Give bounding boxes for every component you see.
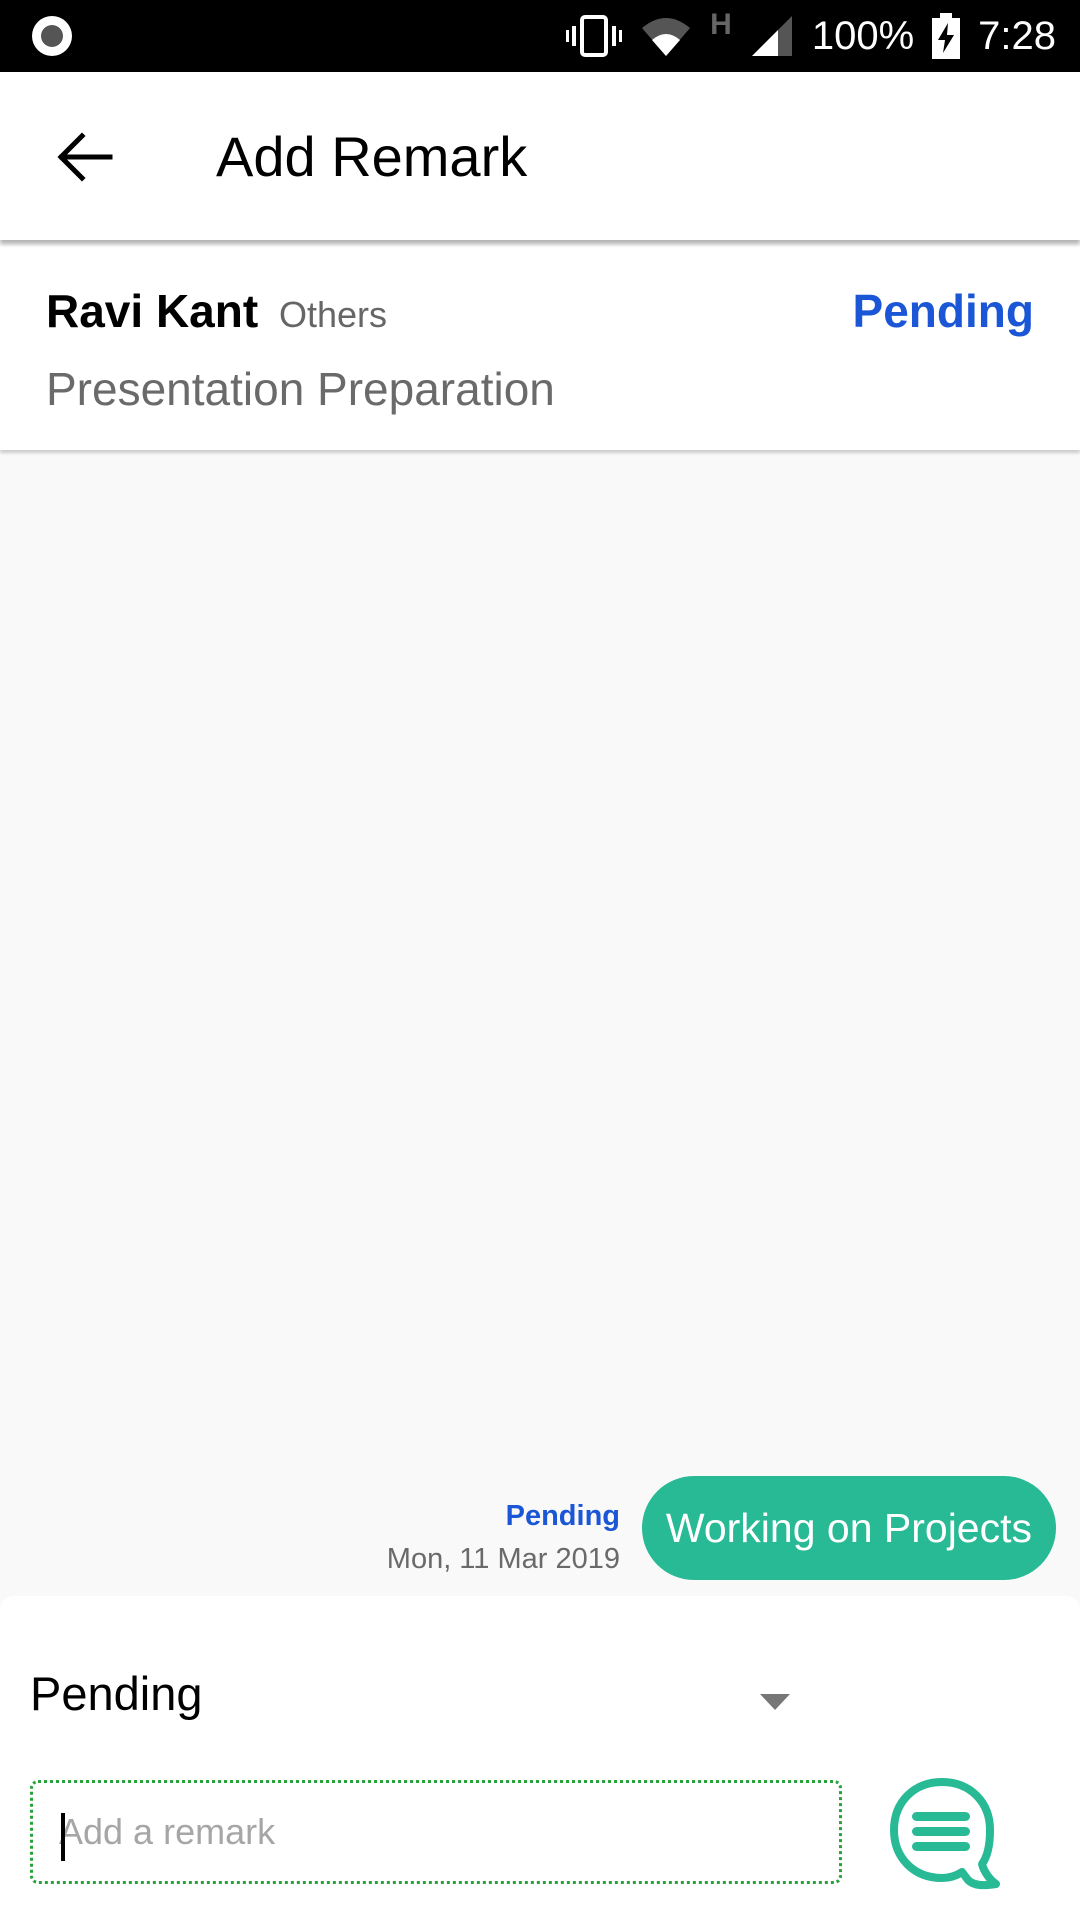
status-icons: H 100% 7:28 bbox=[566, 0, 1056, 72]
remark-bubble: Working on Projects bbox=[641, 1476, 1056, 1580]
remark-composer: Pending bbox=[0, 1596, 1080, 1920]
status-dropdown-value[interactable]: Pending bbox=[30, 1666, 203, 1721]
battery-percent: 100% bbox=[811, 13, 915, 58]
task-category: Others bbox=[278, 294, 387, 335]
submit-remark-button[interactable] bbox=[884, 1776, 1014, 1890]
task-header-card: Ravi Kant Others Pending Presentation Pr… bbox=[0, 246, 1080, 450]
remark-status: Pending bbox=[505, 1500, 620, 1532]
task-title: Presentation Preparation bbox=[46, 363, 555, 415]
vibrate-icon bbox=[566, 15, 623, 57]
app-bar: Add Remark bbox=[0, 72, 1080, 240]
back-button[interactable] bbox=[50, 122, 120, 192]
assignee-name: Ravi Kant bbox=[46, 285, 259, 337]
page-title: Add Remark bbox=[216, 125, 528, 188]
text-cursor bbox=[61, 1813, 65, 1861]
signal-icon bbox=[751, 16, 792, 56]
screen-record-icon bbox=[32, 16, 72, 56]
battery-charging-icon bbox=[932, 13, 961, 59]
chat-bubble-icon bbox=[890, 1778, 1000, 1890]
network-type: H bbox=[710, 8, 732, 41]
remark-input-box[interactable] bbox=[30, 1780, 842, 1884]
assignee-line: Ravi Kant Others bbox=[46, 284, 387, 338]
arrow-left-icon bbox=[57, 132, 113, 182]
status-bar: H 100% 7:28 bbox=[0, 0, 1080, 72]
wifi-icon bbox=[642, 18, 691, 56]
task-status: Pending bbox=[852, 285, 1034, 337]
remark-date: Mon, 11 Mar 2019 bbox=[386, 1543, 620, 1575]
remark-meta: Pending Mon, 11 Mar 2019 bbox=[387, 1500, 620, 1576]
clock: 7:28 bbox=[978, 13, 1056, 58]
remark-input[interactable] bbox=[59, 1783, 819, 1881]
dropdown-arrow-icon[interactable] bbox=[760, 1694, 790, 1710]
